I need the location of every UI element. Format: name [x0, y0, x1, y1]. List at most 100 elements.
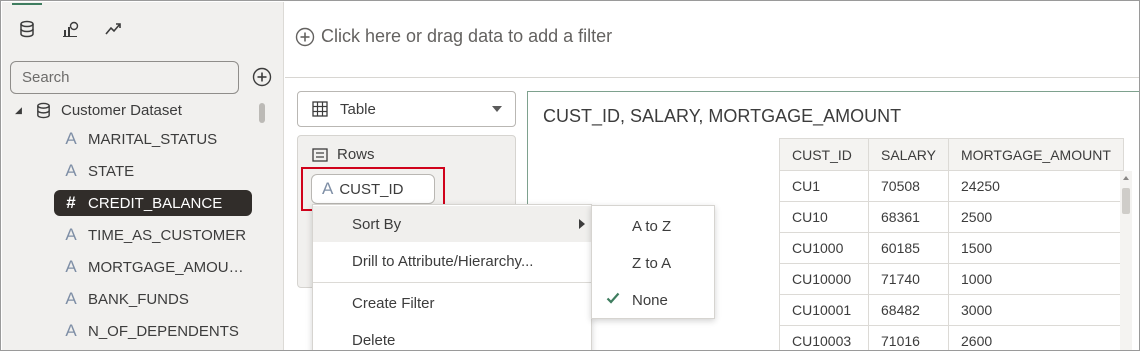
submenu-item-label: None — [632, 291, 668, 309]
table-cell: 71740 — [868, 263, 949, 295]
search-input[interactable] — [10, 61, 239, 94]
table-cell: 71016 — [868, 325, 949, 350]
column-label: MORTGAGE_AMOU… — [88, 258, 244, 276]
dataset-name: Customer Dataset — [61, 101, 182, 119]
chevron-down-icon — [492, 106, 502, 112]
table-cell: 60185 — [868, 232, 949, 264]
data-panel-tabs — [2, 2, 284, 50]
attribute-icon: A — [65, 321, 77, 340]
data-panel: ◢ Customer Dataset A MARITAL_STATUS A ST… — [2, 2, 284, 350]
table-row: CU10001 68482 3000 — [779, 294, 1124, 326]
column-time-as-customer[interactable]: A TIME_AS_CUSTOMER — [54, 222, 252, 248]
add-filter-icon[interactable] — [295, 27, 315, 47]
viz-type-label: Table — [340, 100, 376, 118]
dataset-icon — [37, 102, 50, 118]
column-label: STATE — [88, 162, 135, 180]
column-header[interactable]: SALARY — [868, 138, 949, 171]
data-element-tree: ◢ Customer Dataset A MARITAL_STATUS A ST… — [2, 94, 284, 350]
scroll-up-icon[interactable] — [1123, 176, 1129, 180]
sort-submenu: A to Z Z to A None — [591, 205, 715, 319]
table-scrollbar[interactable] — [1120, 171, 1132, 350]
table-cell: 3000 — [948, 294, 1124, 326]
menu-item-delete[interactable]: Delete — [313, 322, 591, 350]
menu-item-label: Drill to Attribute/Hierarchy... — [352, 252, 534, 270]
row-chip-label: CUST_ID — [339, 180, 404, 198]
table-cell: 24250 — [948, 170, 1124, 202]
scrollbar-thumb[interactable] — [1122, 188, 1130, 214]
menu-item-sort-by[interactable]: Sort By — [313, 206, 591, 242]
rows-label: Rows — [337, 146, 375, 163]
column-label: TIME_AS_CUSTOMER — [88, 226, 247, 244]
table-cell: 70508 — [868, 170, 949, 202]
filter-bar-prompt: Click here or drag data to add a filter — [321, 26, 613, 46]
tab-analytics[interactable] — [98, 14, 128, 44]
table-row: CU10 68361 2500 — [779, 201, 1124, 233]
table-cell: CU10000 — [779, 263, 869, 295]
table-cell: CU1000 — [779, 232, 869, 264]
analytics-icon — [105, 23, 121, 35]
table-cell: 1500 — [948, 232, 1124, 264]
table-cell: CU10003 — [779, 325, 869, 350]
submenu-item-label: Z to A — [632, 254, 672, 272]
sort-z-to-a[interactable]: Z to A — [592, 245, 714, 281]
attribute-icon: A — [65, 225, 77, 244]
column-label: N_OF_DEPENDENTS — [88, 322, 239, 340]
menu-item-label: Sort By — [352, 215, 402, 233]
table-cell: 68482 — [868, 294, 949, 326]
column-label: MARITAL_STATUS — [88, 130, 218, 148]
row-chip-cust-id[interactable]: A CUST_ID — [311, 174, 435, 204]
attribute-icon: A — [65, 161, 77, 180]
data-table: CUST_ID SALARY MORTGAGE_AMOUNT CU1 70508… — [779, 138, 1124, 350]
menu-item-drill[interactable]: Drill to Attribute/Hierarchy... — [313, 243, 591, 279]
submenu-item-label: A to Z — [632, 217, 672, 235]
viz-type-select[interactable]: Table — [297, 91, 516, 127]
column-state[interactable]: A STATE — [54, 158, 252, 184]
table-cell: 2500 — [948, 201, 1124, 233]
database-icon — [20, 20, 34, 38]
attribute-icon: A — [65, 129, 77, 148]
checkmark-icon — [606, 292, 620, 304]
table-header-row: CUST_ID SALARY MORTGAGE_AMOUNT — [779, 138, 1124, 171]
visualization-title: CUST_ID, SALARY, MORTGAGE_AMOUNT — [543, 106, 902, 126]
rows-header: Rows — [312, 146, 375, 163]
sort-a-to-z[interactable]: A to Z — [592, 208, 714, 244]
table-cell: 1000 — [948, 263, 1124, 295]
add-circle-icon[interactable] — [252, 67, 272, 87]
menu-separator — [313, 282, 591, 283]
table-cell: 2600 — [948, 325, 1124, 350]
tab-data[interactable] — [12, 3, 42, 44]
column-marital-status[interactable]: A MARITAL_STATUS — [54, 126, 252, 152]
menu-item-label: Delete — [352, 331, 396, 349]
table-row: CU1000 60185 1500 — [779, 232, 1124, 264]
attribute-icon: A — [322, 179, 334, 198]
tree-scrollbar[interactable] — [259, 103, 265, 123]
expand-caret-icon[interactable]: ◢ — [15, 105, 29, 116]
column-mortgage-amount[interactable]: A MORTGAGE_AMOU… — [54, 254, 252, 280]
filter-bar[interactable]: Click here or drag data to add a filter — [285, 2, 1139, 78]
column-label: BANK_FUNDS — [88, 290, 189, 308]
table-cell: CU10001 — [779, 294, 869, 326]
attribute-icon: A — [65, 289, 77, 308]
table-row: CU10003 71016 2600 — [779, 325, 1124, 350]
menu-item-create-filter[interactable]: Create Filter — [313, 285, 591, 321]
attribute-icon: A — [65, 257, 77, 276]
visualizations-icon — [63, 21, 79, 37]
submenu-arrow-icon — [579, 219, 585, 229]
workbook-frame: ◢ Customer Dataset A MARITAL_STATUS A ST… — [0, 0, 1140, 351]
table-row: CU10000 71740 1000 — [779, 263, 1124, 295]
table-row: CU1 70508 24250 — [779, 170, 1124, 202]
column-header[interactable]: CUST_ID — [779, 138, 869, 171]
table-cell: CU10 — [779, 201, 869, 233]
column-bank-funds[interactable]: A BANK_FUNDS — [54, 286, 252, 312]
table-cell: 68361 — [868, 201, 949, 233]
table-cell: CU1 — [779, 170, 869, 202]
dataset-node[interactable]: ◢ Customer Dataset — [15, 99, 182, 121]
column-n-of-dependents[interactable]: A N_OF_DEPENDENTS — [54, 318, 252, 344]
column-credit-balance[interactable]: # CREDIT_BALANCE — [54, 190, 252, 216]
tab-visualizations[interactable] — [55, 14, 85, 44]
column-header[interactable]: MORTGAGE_AMOUNT — [948, 138, 1124, 171]
rows-icon — [312, 147, 328, 162]
column-label: CREDIT_BALANCE — [88, 194, 223, 212]
sort-none[interactable]: None — [592, 282, 714, 318]
table-icon — [312, 101, 328, 117]
